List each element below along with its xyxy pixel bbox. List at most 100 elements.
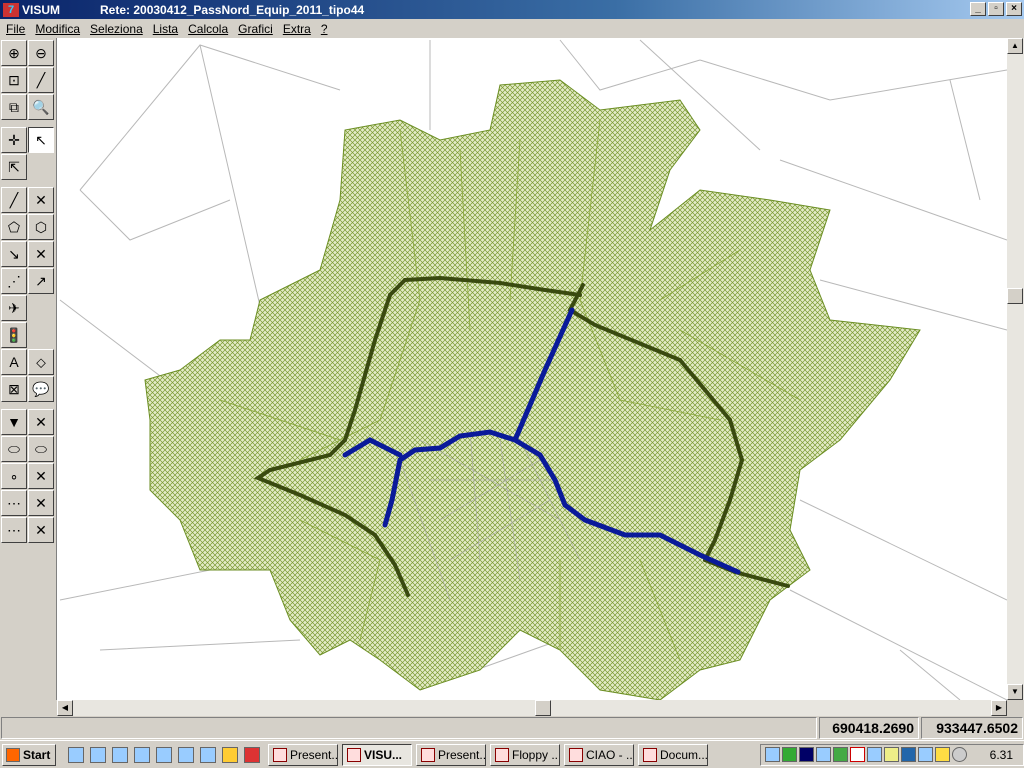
connector-tool-button[interactable]: ⋯ <box>1 517 27 543</box>
zone-pink-edit-tool-button[interactable]: ⬭ <box>28 436 54 462</box>
screenline-tool-button[interactable]: ⊠ <box>1 376 27 402</box>
taskbar-task[interactable]: Docum... <box>638 743 708 766</box>
select-tool-button[interactable]: ↖ <box>28 127 54 153</box>
tray-acrobat-icon[interactable] <box>850 747 865 762</box>
text-tool-button[interactable]: A <box>1 349 27 375</box>
menu-calcola[interactable]: Calcola <box>188 22 228 36</box>
menu-modifica[interactable]: Modifica <box>35 22 80 36</box>
start-label: Start <box>23 747 51 762</box>
menu-bar: File Modifica Seleziona Lista Calcola Gr… <box>0 19 1024 38</box>
quick-launch <box>68 746 260 763</box>
tray-drive-icon[interactable] <box>833 747 848 762</box>
task-app-icon <box>347 747 361 762</box>
menu-seleziona[interactable]: Seleziona <box>90 22 143 36</box>
node-connect-tool-button[interactable]: ↘ <box>1 241 27 267</box>
task-label: Docum... <box>660 747 708 762</box>
tray-monitor-icon[interactable] <box>867 747 882 762</box>
vertical-scrollbar[interactable]: ▲ ▼ <box>1007 38 1024 700</box>
polyline-tool-button[interactable]: ⋰ <box>1 268 27 294</box>
visum-logo-icon: 7 <box>3 2 19 17</box>
marker-red-tool-button[interactable]: ▼ <box>1 409 27 435</box>
scroll-up-button[interactable]: ▲ <box>1007 38 1023 54</box>
horizontal-scroll-thumb[interactable] <box>535 700 551 716</box>
connector-edit-tool-button[interactable]: ✕ <box>28 517 54 543</box>
tray-globe-icon[interactable] <box>918 747 933 762</box>
status-bar: 690418.2690 933447.6502 <box>0 716 1024 740</box>
comment-tool-button[interactable]: 💬 <box>28 376 54 402</box>
tool-palette: ⊕ ⊖ ⊡ ╱ ⧉ 🔍 ✛ ↖ ⇱ ╱ ✕ ⬠ ⬡ ↘ ✕ ⋰ ↗ ✈ 🚦 A ⬦ ⊠ 💬 ▼ ✕ ⬭ ⬭ ∘ ✕ ⋯ ✕ ⋯ ✕ <box>0 38 57 700</box>
minimize-button[interactable]: _ <box>970 2 986 16</box>
line-route-tool-button[interactable]: ↗ <box>28 268 54 294</box>
point-delete-tool-button[interactable]: ✕ <box>28 463 54 489</box>
scroll-left-button[interactable]: ◀ <box>57 700 73 716</box>
notepad-icon[interactable] <box>68 746 84 763</box>
task-label: Floppy ... <box>512 747 560 762</box>
vertical-scroll-thumb[interactable] <box>1007 288 1023 304</box>
route-points-tool-button[interactable]: ⋯ <box>1 490 27 516</box>
network-icon[interactable] <box>156 746 172 763</box>
horizontal-scrollbar[interactable]: ◀ ▶ <box>57 700 1007 716</box>
zone-tool-button[interactable]: ⬠ <box>1 214 27 240</box>
internet-explorer-icon[interactable] <box>178 746 194 763</box>
scroll-right-button[interactable]: ▶ <box>991 700 1007 716</box>
tray-wireless-icon[interactable] <box>799 747 814 762</box>
link-delete-tool-button[interactable]: ✕ <box>28 187 54 213</box>
label-tool-button[interactable]: ⬦ <box>28 349 54 375</box>
tray-usb-icon[interactable] <box>816 747 831 762</box>
zoom-in-tool-button[interactable]: ⊕ <box>1 40 27 66</box>
clock[interactable]: 6.31 <box>990 748 1013 762</box>
pan-tool-button[interactable]: ✛ <box>1 127 27 153</box>
printer-icon[interactable] <box>112 746 128 763</box>
menu-lista[interactable]: Lista <box>153 22 178 36</box>
zone-pink-tool-button[interactable]: ⬭ <box>1 436 27 462</box>
signal-tool-button[interactable]: 🚦 <box>1 322 27 348</box>
task-label: Present... <box>438 747 486 762</box>
task-label: Present... <box>290 747 338 762</box>
menu-file[interactable]: File <box>6 22 25 36</box>
taskbar-task[interactable]: Present... <box>416 743 486 766</box>
tray-network-icon[interactable] <box>765 747 780 762</box>
tray-flag-icon[interactable] <box>901 747 916 762</box>
taskbar-task[interactable]: CIAO - ... <box>564 743 634 766</box>
maximize-button[interactable]: ▫ <box>988 2 1004 16</box>
close-button[interactable]: × <box>1006 2 1022 16</box>
zoom-out-tool-button[interactable]: ⊖ <box>28 40 54 66</box>
app-name: VISUM <box>22 2 61 17</box>
point-tool-button[interactable]: ∘ <box>1 463 27 489</box>
start-button[interactable]: Start <box>2 743 56 766</box>
menu-help[interactable]: ? <box>321 22 328 36</box>
menu-extra[interactable]: Extra <box>283 22 311 36</box>
cd-icon[interactable] <box>134 746 150 763</box>
zoom-all-tool-button[interactable]: ⧉ <box>1 94 27 120</box>
taskbar-task[interactable]: Present... <box>268 743 338 766</box>
map-canvas[interactable] <box>57 38 1007 700</box>
turn-tool-button[interactable]: ✈ <box>1 295 27 321</box>
zone-edit-tool-button[interactable]: ⬡ <box>28 214 54 240</box>
marker-delete-tool-button[interactable]: ✕ <box>28 409 54 435</box>
network-map[interactable] <box>57 38 1007 700</box>
x-coordinate: 690418.2690 <box>819 717 919 739</box>
zoom-window-tool-button[interactable]: ⊡ <box>1 67 27 93</box>
tray-card-icon[interactable] <box>782 747 797 762</box>
scroll-down-button[interactable]: ▼ <box>1007 684 1023 700</box>
tray-messenger-icon[interactable] <box>935 747 950 762</box>
zoom-preview-tool-button[interactable]: 🔍 <box>28 94 54 120</box>
link-tool-button[interactable]: ╱ <box>1 187 27 213</box>
app-shortcut-icon[interactable] <box>244 746 260 763</box>
tray-clock-icon[interactable] <box>952 747 967 762</box>
route-delete-tool-button[interactable]: ✕ <box>28 490 54 516</box>
volume-icon[interactable] <box>884 747 899 762</box>
taskbar-task[interactable]: VISU... <box>342 743 412 766</box>
task-app-icon <box>495 747 509 762</box>
measure-tool-button[interactable]: ╱ <box>28 67 54 93</box>
multi-select-tool-button[interactable]: ⇱ <box>1 154 27 180</box>
task-app-icon <box>569 747 583 762</box>
taskbar-task[interactable]: Floppy ... <box>490 743 560 766</box>
node-delete-tool-button[interactable]: ✕ <box>28 241 54 267</box>
sync-icon[interactable] <box>200 746 216 763</box>
status-message <box>1 717 817 739</box>
my-computer-icon[interactable] <box>90 746 106 763</box>
y-coordinate: 933447.6502 <box>921 717 1023 739</box>
menu-grafici[interactable]: Grafici <box>238 22 273 36</box>
media-player-icon[interactable] <box>222 746 238 763</box>
